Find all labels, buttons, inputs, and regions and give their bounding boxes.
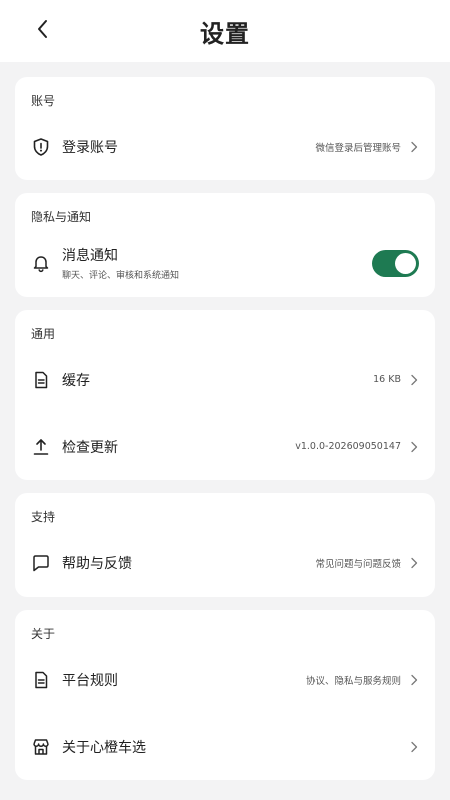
- account-section: 账号 登录账号 微信登录后管理账号: [15, 77, 435, 180]
- platform-rules-row[interactable]: 平台规则 协议、隐私与服务规则: [15, 646, 435, 713]
- section-title-support: 支持: [31, 510, 56, 524]
- cache-value: 16 KB: [373, 374, 401, 385]
- chat-icon: [31, 553, 51, 573]
- upload-icon: [31, 437, 51, 457]
- login-account-label: 登录账号: [62, 139, 118, 156]
- back-button[interactable]: [28, 14, 58, 44]
- support-section: 支持 帮助与反馈 常见问题与问题反馈: [15, 493, 435, 597]
- platform-rules-value: 协议、隐私与服务规则: [305, 675, 401, 687]
- chevron-right-icon: [409, 440, 419, 454]
- about-app-row[interactable]: 关于心橙车选: [15, 713, 435, 780]
- page-title: 设置: [200, 19, 250, 48]
- chevron-right-icon: [409, 140, 419, 154]
- chevron-right-icon: [409, 673, 419, 687]
- help-feedback-value: 常见问题与问题反馈: [315, 559, 401, 570]
- privacy-section: 隐私与通知 消息通知 聊天、评论、审核和系统通知: [15, 193, 435, 297]
- toggle-knob: [395, 252, 416, 274]
- document-icon: [31, 370, 51, 390]
- version-value: v1.0.0-202609050147: [295, 441, 401, 452]
- section-title-account: 账号: [31, 94, 56, 108]
- about-section: 关于 平台规则 协议、隐私与服务规则 关于心橙车选: [15, 610, 435, 780]
- cache-label: 缓存: [62, 372, 90, 389]
- chevron-left-icon: [38, 20, 47, 38]
- notifications-toggle[interactable]: [372, 249, 419, 277]
- chevron-right-icon: [409, 373, 419, 387]
- general-section: 通用 缓存 16 KB 检查更新 v1.0.0-202609050147: [15, 310, 435, 480]
- notifications-sublabel: 聊天、评论、审核和系统通知: [62, 271, 180, 281]
- document-icon: [31, 670, 51, 690]
- check-update-row[interactable]: 检查更新 v1.0.0-202609050147: [15, 413, 435, 480]
- about-app-label: 关于心橙车选: [62, 739, 146, 756]
- login-account-value: 微信登录后管理账号: [315, 142, 401, 154]
- shield-icon: [31, 137, 51, 157]
- platform-rules-label: 平台规则: [62, 672, 118, 689]
- cache-row[interactable]: 缓存 16 KB: [15, 346, 435, 413]
- section-title-privacy: 隐私与通知: [31, 210, 92, 224]
- login-account-row[interactable]: 登录账号 微信登录后管理账号: [15, 113, 435, 180]
- chevron-right-icon: [409, 740, 419, 754]
- settings-list: 账号 登录账号 微信登录后管理账号 隐私与通知 消息通知 聊天、评论、审核和系统…: [0, 62, 450, 780]
- store-icon: [31, 737, 51, 757]
- help-feedback-label: 帮助与反馈: [62, 556, 132, 572]
- bell-icon: [31, 253, 51, 273]
- chevron-right-icon: [409, 556, 419, 570]
- top-bar: 设置: [0, 0, 450, 62]
- check-update-label: 检查更新: [62, 439, 118, 456]
- section-title-about: 关于: [31, 627, 56, 641]
- notifications-label: 消息通知: [62, 248, 118, 264]
- help-feedback-row[interactable]: 帮助与反馈 常见问题与问题反馈: [15, 529, 435, 597]
- notifications-row: 消息通知 聊天、评论、审核和系统通知: [15, 229, 435, 297]
- section-title-general: 通用: [31, 327, 56, 341]
